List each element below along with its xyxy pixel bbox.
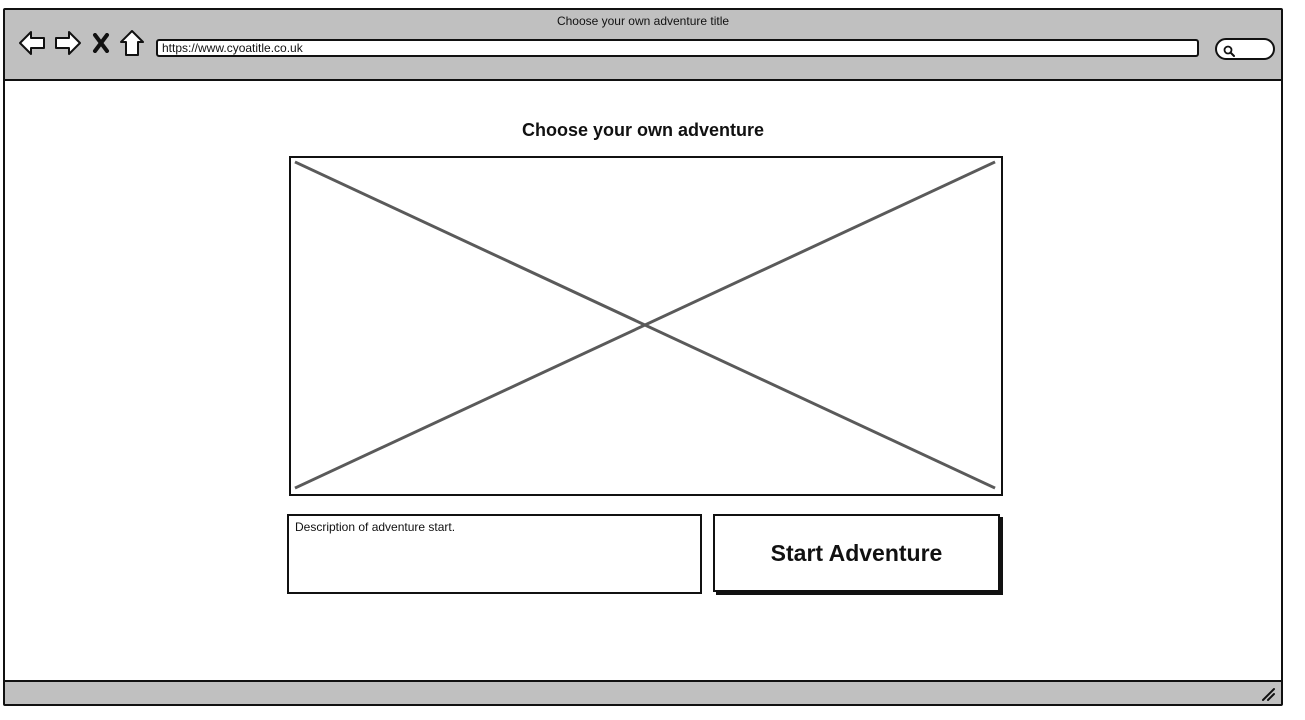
start-adventure-button[interactable]: Start Adventure [713,514,1000,592]
forward-button[interactable] [53,30,83,60]
close-icon [92,32,110,58]
address-bar[interactable]: https://www.cyoatitle.co.uk [156,39,1199,57]
back-button[interactable] [17,30,47,60]
back-arrow-icon [18,30,46,61]
adventure-image-placeholder [289,156,1003,496]
home-button[interactable] [117,29,147,62]
browser-toolbar: Choose your own adventure title https://… [5,10,1281,81]
status-bar [5,680,1281,704]
window-title: Choose your own adventure title [556,14,730,28]
forward-arrow-icon [54,30,82,61]
image-placeholder-icon [294,160,996,490]
adventure-description: Description of adventure start. [287,514,702,594]
resize-grip-icon[interactable] [1261,687,1275,701]
search-button[interactable] [1215,38,1275,60]
home-icon [119,29,145,62]
browser-window: Choose your own adventure title https://… [3,8,1283,706]
search-icon [1223,44,1235,62]
stop-button[interactable] [89,30,113,60]
page-title: Choose your own adventure [521,120,765,140]
